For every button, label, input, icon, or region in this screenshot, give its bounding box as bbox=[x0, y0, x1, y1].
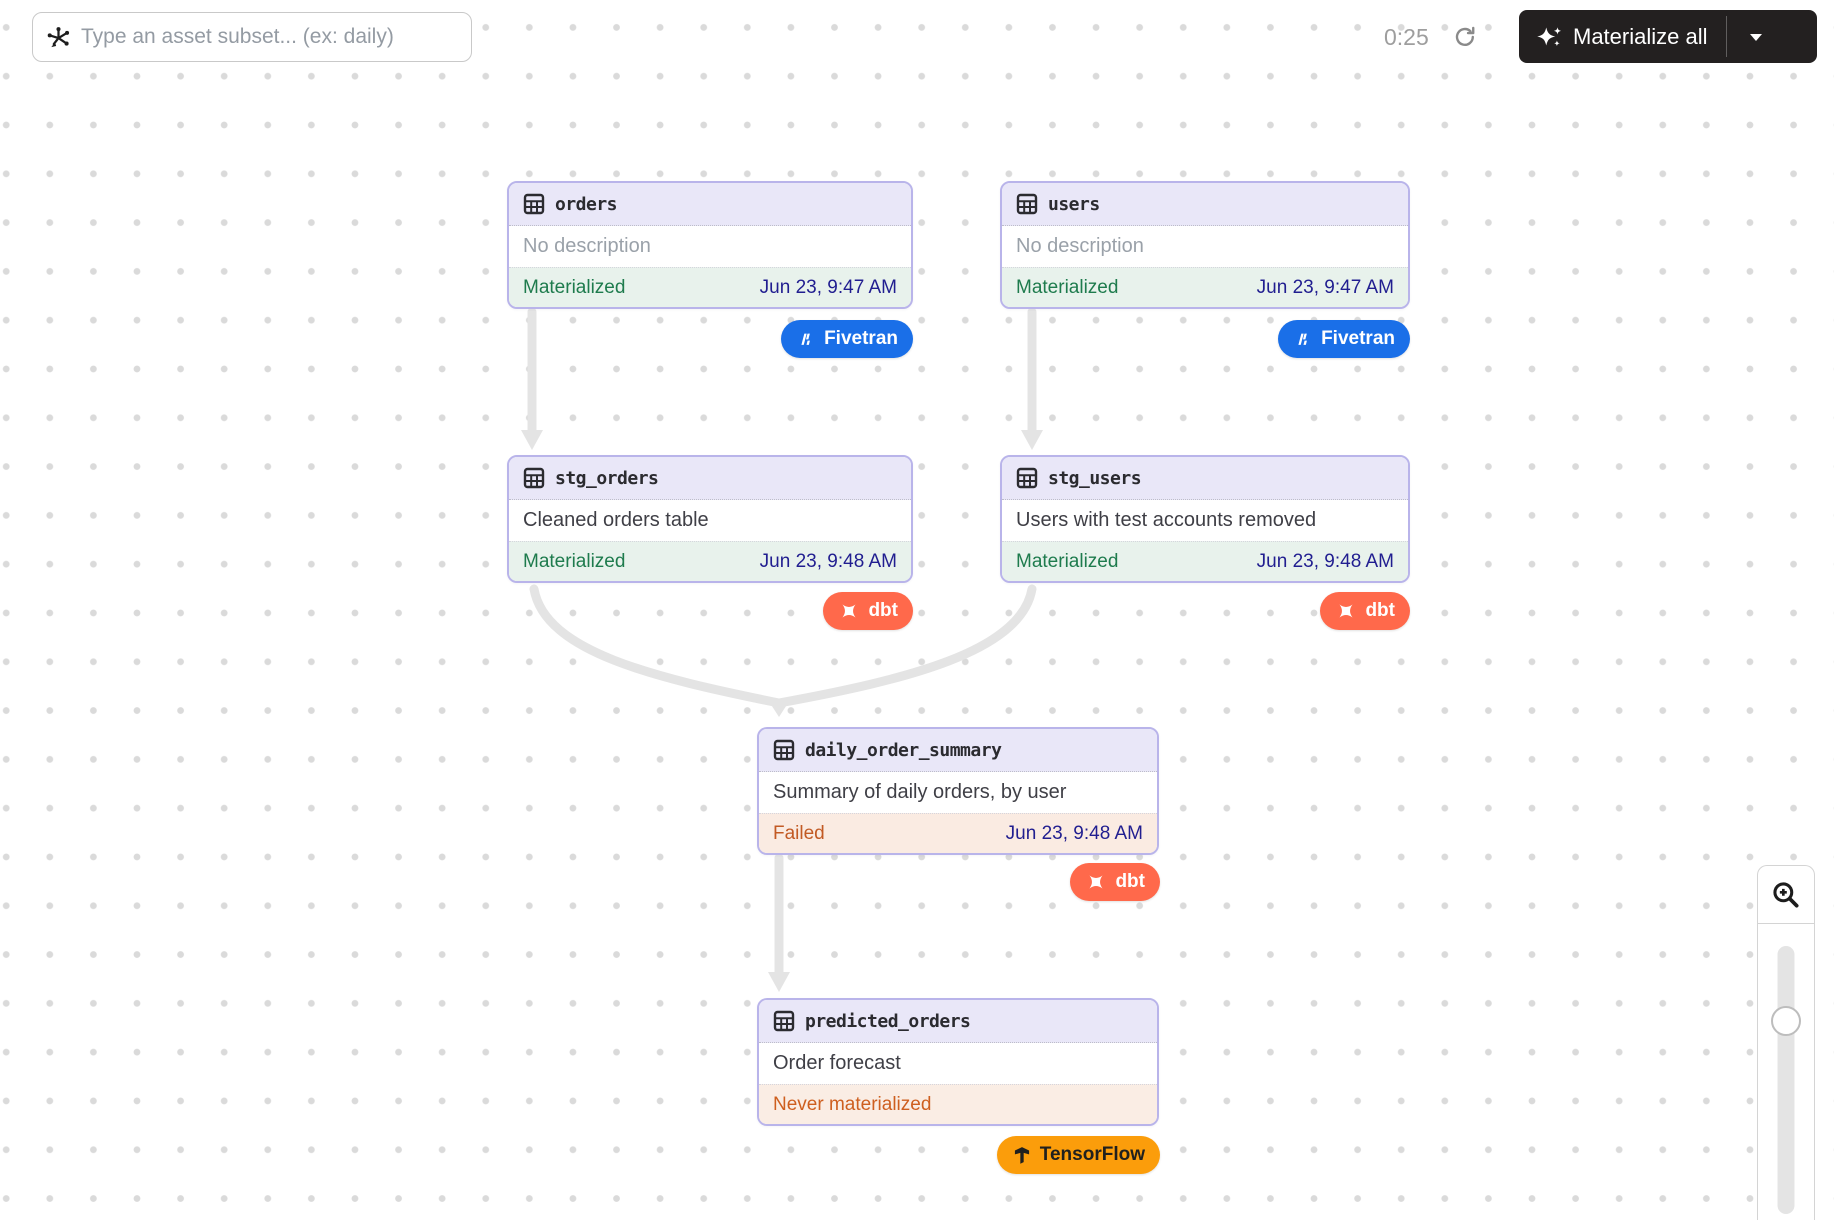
status-timestamp: Jun 23, 9:48 AM bbox=[760, 551, 897, 573]
asset-node-predicted-orders[interactable]: predicted_orders Order forecast Never ma… bbox=[757, 998, 1159, 1126]
kind-badge-label: Fivetran bbox=[824, 328, 898, 350]
refresh-icon bbox=[1452, 24, 1478, 50]
asset-description: No description bbox=[509, 226, 911, 267]
asset-status-row: Materialized Jun 23, 9:47 AM bbox=[1002, 267, 1408, 307]
asset-title: stg_orders bbox=[555, 468, 658, 489]
dbt-logo-icon bbox=[1335, 600, 1357, 622]
zoom-slider-thumb[interactable] bbox=[1771, 1006, 1801, 1036]
kind-badge-tensorflow[interactable]: TensorFlow bbox=[997, 1136, 1160, 1174]
sparkles-icon bbox=[1535, 23, 1562, 50]
kind-badge-dbt[interactable]: dbt bbox=[1070, 863, 1160, 901]
magnifier-plus-icon bbox=[1770, 879, 1802, 911]
table-icon bbox=[773, 1010, 795, 1032]
kind-badge-label: TensorFlow bbox=[1040, 1144, 1145, 1166]
asset-description: Cleaned orders table bbox=[509, 500, 911, 541]
dbt-logo-icon bbox=[838, 600, 860, 622]
asset-node-stg-orders[interactable]: stg_orders Cleaned orders table Material… bbox=[507, 455, 913, 583]
asset-graph-canvas[interactable]: orders No description Materialized Jun 2… bbox=[0, 0, 1834, 1220]
status-timestamp: Jun 23, 9:47 AM bbox=[760, 277, 897, 299]
asset-description: Order forecast bbox=[759, 1043, 1157, 1084]
asset-node-orders[interactable]: orders No description Materialized Jun 2… bbox=[507, 181, 913, 309]
asset-status-row: Materialized Jun 23, 9:48 AM bbox=[1002, 541, 1408, 581]
asset-status-row: Materialized Jun 23, 9:48 AM bbox=[509, 541, 911, 581]
status-timestamp: Jun 23, 9:48 AM bbox=[1006, 823, 1143, 845]
kind-badge-label: dbt bbox=[1115, 871, 1145, 893]
kind-badge-fivetran[interactable]: Fivetran bbox=[1278, 320, 1410, 358]
table-icon bbox=[1016, 467, 1038, 489]
kind-badge-label: dbt bbox=[868, 600, 898, 622]
kind-badge-label: dbt bbox=[1365, 600, 1395, 622]
asset-title: daily_order_summary bbox=[805, 740, 1001, 761]
asset-description: No description bbox=[1002, 226, 1408, 267]
status-label: Materialized bbox=[523, 551, 625, 573]
dbt-logo-icon bbox=[1085, 871, 1107, 893]
kind-badge-dbt[interactable]: dbt bbox=[823, 592, 913, 630]
fivetran-logo-icon bbox=[796, 329, 816, 349]
status-timestamp: Jun 23, 9:47 AM bbox=[1257, 277, 1394, 299]
asset-node-daily-order-summary[interactable]: daily_order_summary Summary of daily ord… bbox=[757, 727, 1159, 855]
chevron-down-icon bbox=[1748, 31, 1764, 43]
materialize-all-button[interactable]: Materialize all bbox=[1519, 10, 1817, 63]
elapsed-timer: 0:25 bbox=[1384, 24, 1429, 51]
kind-badge-dbt[interactable]: dbt bbox=[1320, 592, 1410, 630]
zoom-in-button[interactable] bbox=[1758, 866, 1814, 924]
status-label: Materialized bbox=[1016, 551, 1118, 573]
status-label: Failed bbox=[773, 823, 825, 845]
materialize-all-label: Materialize all bbox=[1573, 24, 1708, 50]
table-icon bbox=[1016, 193, 1038, 215]
asset-status-row: Materialized Jun 23, 9:47 AM bbox=[509, 267, 911, 307]
asset-status-row: Failed Jun 23, 9:48 AM bbox=[759, 813, 1157, 853]
asset-description: Summary of daily orders, by user bbox=[759, 772, 1157, 813]
asset-title: stg_users bbox=[1048, 468, 1141, 489]
status-timestamp: Jun 23, 9:48 AM bbox=[1257, 551, 1394, 573]
asset-description: Users with test accounts removed bbox=[1002, 500, 1408, 541]
status-label: Materialized bbox=[1016, 277, 1118, 299]
table-icon bbox=[523, 193, 545, 215]
tensorflow-logo-icon bbox=[1012, 1145, 1032, 1165]
search-input[interactable] bbox=[32, 12, 472, 62]
edge-stgorders-daily bbox=[534, 589, 779, 703]
kind-badge-fivetran[interactable]: Fivetran bbox=[781, 320, 913, 358]
kind-badge-label: Fivetran bbox=[1321, 328, 1395, 350]
asset-node-users[interactable]: users No description Materialized Jun 23… bbox=[1000, 181, 1410, 309]
asset-search bbox=[32, 12, 472, 62]
asset-title: users bbox=[1048, 194, 1100, 215]
status-label: Materialized bbox=[523, 277, 625, 299]
table-icon bbox=[523, 467, 545, 489]
materialize-options-button[interactable] bbox=[1727, 10, 1785, 63]
asset-graph-icon bbox=[45, 24, 72, 51]
asset-node-stg-users[interactable]: stg_users Users with test accounts remov… bbox=[1000, 455, 1410, 583]
table-icon bbox=[773, 739, 795, 761]
asset-title: predicted_orders bbox=[805, 1011, 970, 1032]
zoom-slider-track[interactable] bbox=[1778, 946, 1795, 1214]
status-label: Never materialized bbox=[773, 1094, 931, 1116]
refresh-button[interactable] bbox=[1450, 23, 1480, 53]
asset-title: orders bbox=[555, 194, 617, 215]
asset-status-row: Never materialized bbox=[759, 1084, 1157, 1124]
fivetran-logo-icon bbox=[1293, 329, 1313, 349]
zoom-control-panel bbox=[1757, 865, 1815, 1220]
